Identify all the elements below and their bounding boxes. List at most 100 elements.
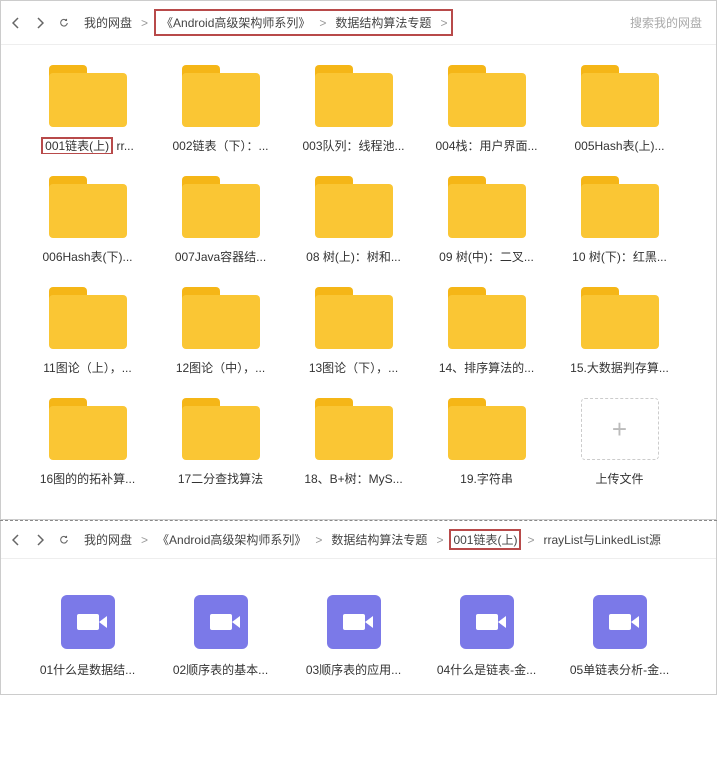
breadcrumb-trail[interactable]: rrayList与LinkedList源 [540,529,663,550]
folder-icon [448,176,526,238]
folder-label: 11图论（上），... [43,359,131,376]
folder-item[interactable]: 13图论（下），... [287,287,420,376]
forward-icon[interactable] [35,535,45,545]
folder-label: 15.大数据判存算... [570,359,669,376]
folder-item[interactable]: 12图论（中），... [154,287,287,376]
video-label: 01什么是数据结... [40,661,135,678]
folder-item[interactable]: 19.字符串 [420,398,553,487]
breadcrumb-seg2[interactable]: 数据结构算法专题 [328,529,430,550]
folder-label: 006Hash表(下)... [42,248,132,265]
folder-item[interactable]: 007Java容器结... [154,176,287,265]
folder-icon [448,287,526,349]
folder-label: 10 树(下)：红黑... [572,248,667,265]
folder-icon [315,398,393,460]
upload-label: 上传文件 [595,470,643,487]
folder-icon [182,65,260,127]
folder-label: 003队列：线程池... [302,137,404,154]
video-label: 02顺序表的基本... [173,661,268,678]
folder-item[interactable]: 10 树(下)：红黑... [553,176,686,265]
video-label: 03顺序表的应用... [306,661,401,678]
folder-grid: 001链表(上) rr... 002链表（下）：... 003队列：线程池... 00… [1,45,716,519]
folder-item[interactable]: 001链表(上) rr... [21,65,154,154]
folder-label: 002链表（下）：... [172,137,268,154]
nav-controls [11,18,69,28]
top-toolbar: 我的网盘 > 《Android高级架构师系列》 > 数据结构算法专题 > 搜索我… [1,1,716,45]
back-icon[interactable] [11,535,21,545]
folder-label: 001链表(上) rr... [41,137,134,154]
plus-icon: + [581,398,659,460]
video-icon [194,595,248,649]
chevron-right-icon: > [317,16,328,30]
forward-icon[interactable] [35,18,45,28]
video-icon [593,595,647,649]
video-item[interactable]: 01什么是数据结... [21,587,154,678]
folder-item[interactable]: 004栈：用户界面... [420,65,553,154]
folder-icon [315,287,393,349]
chevron-right-icon: > [139,16,150,30]
folder-label: 14、排序算法的... [439,359,534,376]
video-item[interactable]: 03顺序表的应用... [287,587,420,678]
breadcrumb-seg1[interactable]: 《Android高级架构师系列》 [154,529,309,550]
breadcrumb-seg1[interactable]: 《Android高级架构师系列》 [158,12,313,33]
chevron-right-icon: > [139,533,150,547]
video-grid: 01什么是数据结... 02顺序表的基本... 03顺序表的应用... 04什么是链表… [1,559,716,694]
folder-label: 007Java容器结... [175,248,266,265]
breadcrumb-root[interactable]: 我的网盘 [81,12,135,33]
folder-label: 004栈：用户界面... [435,137,537,154]
folder-label: 13图论（下），... [309,359,398,376]
folder-item[interactable]: 17二分查找算法 [154,398,287,487]
refresh-icon[interactable] [59,18,69,28]
folder-icon [49,287,127,349]
folder-label: 08 树(上)：树和... [306,248,401,265]
breadcrumb-bottom: 我的网盘 > 《Android高级架构师系列》 > 数据结构算法专题 > 001… [81,529,706,550]
folder-label: 17二分查找算法 [178,470,263,487]
folder-icon [49,176,127,238]
breadcrumb-seg3[interactable]: 001链表(上) [449,529,521,550]
folder-item[interactable]: 11图论（上），... [21,287,154,376]
chevron-right-icon: > [434,533,445,547]
folder-item[interactable]: 08 树(上)：树和... [287,176,420,265]
nav-controls [11,535,69,545]
video-label: 04什么是链表-金... [437,661,536,678]
folder-icon [448,65,526,127]
bottom-panel: 我的网盘 > 《Android高级架构师系列》 > 数据结构算法专题 > 001… [0,521,717,695]
folder-icon [49,65,127,127]
chevron-right-icon: > [438,16,449,30]
folder-icon [581,287,659,349]
folder-icon [581,65,659,127]
back-icon[interactable] [11,18,21,28]
video-icon [327,595,381,649]
folder-item[interactable]: 005Hash表(上)... [553,65,686,154]
search-input[interactable]: 搜索我的网盘 [630,14,706,31]
top-panel: 我的网盘 > 《Android高级架构师系列》 > 数据结构算法专题 > 搜索我… [0,0,717,520]
folder-item[interactable]: 09 树(中)：二叉... [420,176,553,265]
folder-icon [49,398,127,460]
video-item[interactable]: 05单链表分析-金... [553,587,686,678]
folder-label: 12图论（中），... [176,359,265,376]
folder-label: 18、B+树：MyS... [304,470,402,487]
folder-item[interactable]: 16图的的拓补算... [21,398,154,487]
folder-item[interactable]: 14、排序算法的... [420,287,553,376]
breadcrumb-seg2[interactable]: 数据结构算法专题 [332,12,434,33]
folder-item[interactable]: 006Hash表(下)... [21,176,154,265]
folder-icon [581,176,659,238]
folder-icon [182,176,260,238]
upload-button[interactable]: + 上传文件 [553,398,686,487]
video-item[interactable]: 04什么是链表-金... [420,587,553,678]
folder-icon [315,176,393,238]
video-item[interactable]: 02顺序表的基本... [154,587,287,678]
folder-icon [182,287,260,349]
folder-icon [182,398,260,460]
folder-label: 09 树(中)：二叉... [439,248,534,265]
folder-item[interactable]: 18、B+树：MyS... [287,398,420,487]
folder-item[interactable]: 002链表（下）：... [154,65,287,154]
folder-item[interactable]: 15.大数据判存算... [553,287,686,376]
chevron-right-icon: > [313,533,324,547]
video-label: 05单链表分析-金... [570,661,669,678]
breadcrumb-top: 我的网盘 > 《Android高级架构师系列》 > 数据结构算法专题 > [81,9,618,36]
folder-label: 005Hash表(上)... [574,137,664,154]
refresh-icon[interactable] [59,535,69,545]
folder-item[interactable]: 003队列：线程池... [287,65,420,154]
breadcrumb-root[interactable]: 我的网盘 [81,529,135,550]
folder-icon [315,65,393,127]
